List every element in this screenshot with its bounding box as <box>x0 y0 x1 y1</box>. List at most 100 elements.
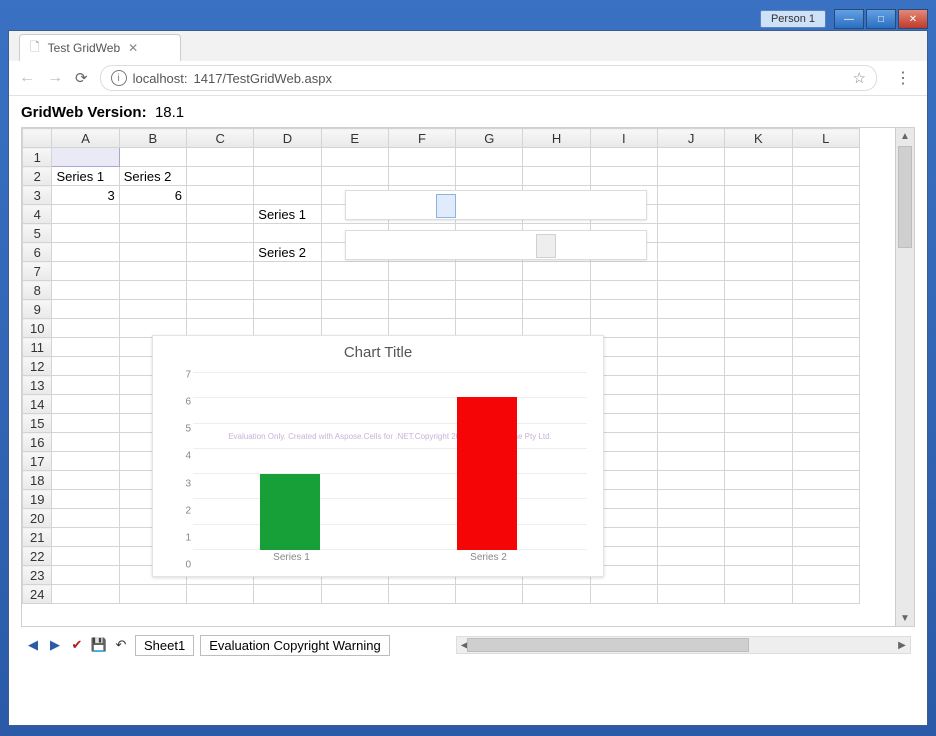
cell-J24[interactable] <box>657 585 724 604</box>
scroll-thumb[interactable] <box>898 146 912 248</box>
cell-L14[interactable] <box>792 395 859 414</box>
cell-B7[interactable] <box>119 262 186 281</box>
cell-J11[interactable] <box>657 338 724 357</box>
cell-A24[interactable] <box>52 585 119 604</box>
cell-C9[interactable] <box>187 300 254 319</box>
cell-G8[interactable] <box>456 281 523 300</box>
column-header[interactable]: J <box>657 129 724 148</box>
cell-C24[interactable] <box>187 585 254 604</box>
cell-L22[interactable] <box>792 547 859 566</box>
row-header[interactable]: 2 <box>23 167 52 186</box>
cell-L5[interactable] <box>792 224 859 243</box>
cell-D4[interactable]: Series 1 <box>254 205 321 224</box>
cell-H7[interactable] <box>523 262 590 281</box>
cell-C7[interactable] <box>187 262 254 281</box>
column-header[interactable]: D <box>254 129 321 148</box>
hscroll-thumb[interactable] <box>467 638 749 652</box>
cell-K13[interactable] <box>725 376 792 395</box>
cell-B3[interactable]: 6 <box>119 186 186 205</box>
bookmark-icon[interactable]: ☆ <box>853 69 866 87</box>
row-header[interactable]: 9 <box>23 300 52 319</box>
cell-L23[interactable] <box>792 566 859 585</box>
row-header[interactable]: 4 <box>23 205 52 224</box>
cell-A8[interactable] <box>52 281 119 300</box>
forward-button[interactable]: → <box>47 69 63 87</box>
cell-A1[interactable] <box>52 148 119 167</box>
cell-A13[interactable] <box>52 376 119 395</box>
cell-J13[interactable] <box>657 376 724 395</box>
cell-J15[interactable] <box>657 414 724 433</box>
cell-K20[interactable] <box>725 509 792 528</box>
cell-A18[interactable] <box>52 471 119 490</box>
next-sheet-button[interactable]: ▶ <box>47 637 63 653</box>
cell-L15[interactable] <box>792 414 859 433</box>
cell-I24[interactable] <box>590 585 657 604</box>
menu-button[interactable]: ⋮ <box>889 68 917 88</box>
vertical-scrollbar[interactable]: ▲ ▼ <box>895 128 914 626</box>
cell-B4[interactable] <box>119 205 186 224</box>
column-header[interactable]: B <box>119 129 186 148</box>
cell-E1[interactable] <box>321 148 388 167</box>
cell-K8[interactable] <box>725 281 792 300</box>
cell-C2[interactable] <box>187 167 254 186</box>
row-header[interactable]: 11 <box>23 338 52 357</box>
cell-A9[interactable] <box>52 300 119 319</box>
row-header[interactable]: 16 <box>23 433 52 452</box>
cell-A12[interactable] <box>52 357 119 376</box>
cell-C6[interactable] <box>187 243 254 262</box>
cell-F8[interactable] <box>388 281 455 300</box>
cell-A17[interactable] <box>52 452 119 471</box>
row-header[interactable]: 8 <box>23 281 52 300</box>
sheet-tab-sheet1[interactable]: Sheet1 <box>135 635 194 656</box>
row-header[interactable]: 21 <box>23 528 52 547</box>
cell-L21[interactable] <box>792 528 859 547</box>
cell-D9[interactable] <box>254 300 321 319</box>
prev-sheet-button[interactable]: ◀ <box>25 637 41 653</box>
row-header[interactable]: 6 <box>23 243 52 262</box>
cell-A11[interactable] <box>52 338 119 357</box>
cell-C5[interactable] <box>187 224 254 243</box>
cell-H24[interactable] <box>523 585 590 604</box>
scroll-right-icon[interactable]: ▶ <box>894 637 910 653</box>
cell-J20[interactable] <box>657 509 724 528</box>
minimize-button[interactable]: — <box>834 9 864 29</box>
maximize-button[interactable]: □ <box>866 9 896 29</box>
cell-F7[interactable] <box>388 262 455 281</box>
cell-D8[interactable] <box>254 281 321 300</box>
cell-L13[interactable] <box>792 376 859 395</box>
column-header[interactable]: L <box>792 129 859 148</box>
row-header[interactable]: 23 <box>23 566 52 585</box>
cell-A2[interactable]: Series 1 <box>52 167 119 186</box>
browser-tab[interactable]: 🗋 Test GridWeb ✕ <box>19 34 181 61</box>
cell-E9[interactable] <box>321 300 388 319</box>
mini-chart-series2[interactable] <box>345 230 647 260</box>
cell-J4[interactable] <box>657 205 724 224</box>
cell-A4[interactable] <box>52 205 119 224</box>
cell-J2[interactable] <box>657 167 724 186</box>
row-header[interactable]: 22 <box>23 547 52 566</box>
cell-J3[interactable] <box>657 186 724 205</box>
cell-A6[interactable] <box>52 243 119 262</box>
cell-A19[interactable] <box>52 490 119 509</box>
cell-L4[interactable] <box>792 205 859 224</box>
row-header[interactable]: 15 <box>23 414 52 433</box>
column-header[interactable]: G <box>456 129 523 148</box>
column-header[interactable]: F <box>388 129 455 148</box>
cell-L2[interactable] <box>792 167 859 186</box>
close-tab-icon[interactable]: ✕ <box>128 41 138 55</box>
cell-C1[interactable] <box>187 148 254 167</box>
cell-F1[interactable] <box>388 148 455 167</box>
cell-L10[interactable] <box>792 319 859 338</box>
cell-B9[interactable] <box>119 300 186 319</box>
cell-D6[interactable]: Series 2 <box>254 243 321 262</box>
url-input[interactable]: i localhost:1417/TestGridWeb.aspx ☆ <box>100 65 877 91</box>
row-header[interactable]: 20 <box>23 509 52 528</box>
cell-L12[interactable] <box>792 357 859 376</box>
cell-A10[interactable] <box>52 319 119 338</box>
column-header[interactable]: A <box>52 129 119 148</box>
cell-E8[interactable] <box>321 281 388 300</box>
cell-J1[interactable] <box>657 148 724 167</box>
cell-K4[interactable] <box>725 205 792 224</box>
cell-G7[interactable] <box>456 262 523 281</box>
cell-J18[interactable] <box>657 471 724 490</box>
